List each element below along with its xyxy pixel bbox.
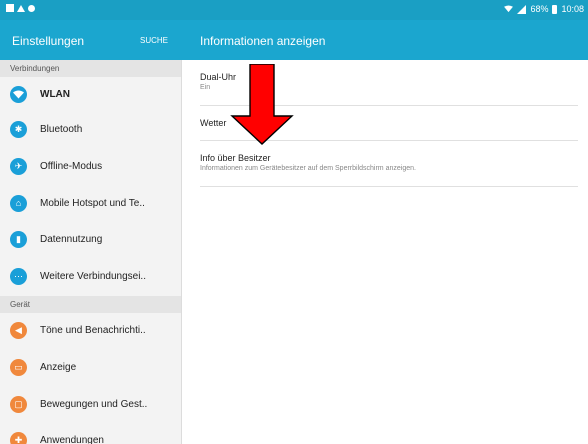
system-icons: 68% 10:08 [504, 4, 584, 14]
notification-icons [6, 4, 35, 12]
section-header-device: Gerät [0, 295, 181, 313]
list-item-subtitle: Informationen zum Gerätebesitzer auf dem… [200, 165, 416, 172]
airplane-icon: ✈ [10, 157, 27, 175]
sidebar-item-motions[interactable]: ▢ Bewegungen und Gest.. [0, 387, 181, 424]
sidebar-item-sounds[interactable]: ◀ Töne und Benachrichti.. [0, 313, 181, 350]
signal-icon [517, 4, 527, 14]
page-title: Informationen anzeigen [200, 34, 326, 48]
section-header-connections: Verbindungen [0, 60, 181, 77]
list-item-owner-info[interactable]: Info über Besitzer Informationen zum Ger… [200, 153, 578, 187]
sidebar-item-display[interactable]: ▭ Anzeige [0, 350, 181, 387]
sidebar-item-label: WLAN [40, 89, 70, 100]
sidebar-item-label: Offline-Modus [40, 160, 103, 172]
sidebar-item-label: Bewegungen und Gest.. [40, 398, 148, 410]
battery-percent: 68% [530, 4, 549, 14]
more-connections-icon: ⋯ [10, 268, 27, 286]
display-icon: ▭ [10, 358, 27, 376]
warning-icon [17, 4, 25, 12]
sidebar-item-wlan[interactable]: WLAN [0, 77, 181, 112]
sidebar-item-data-usage[interactable]: ▮ Datennutzung [0, 222, 181, 259]
sidebar-item-apps[interactable]: ✚ Anwendungen [0, 423, 181, 444]
list-item-title: Info über Besitzer [200, 153, 271, 163]
sidebar-title: Einstellungen [12, 34, 85, 48]
bluetooth-icon: ✱ [10, 121, 27, 138]
clock: 10:08 [561, 4, 584, 14]
sidebar-item-bluetooth[interactable]: ✱ Bluetooth [0, 112, 181, 149]
sidebar-item-offline-mode[interactable]: ✈ Offline-Modus [0, 149, 181, 186]
gallery-icon [6, 4, 14, 12]
battery-icon [552, 4, 558, 14]
sidebar-item-label: Anwendungen [40, 435, 104, 444]
motion-icon: ▢ [10, 395, 27, 413]
sync-icon [28, 4, 35, 12]
search-button[interactable]: SUCHE [140, 36, 168, 45]
content-header: Informationen anzeigen [182, 20, 588, 60]
sidebar-header: Einstellungen SUCHE [0, 20, 182, 60]
apps-icon: ✚ [10, 432, 27, 444]
status-bar: 68% 10:08 [0, 0, 588, 20]
sidebar-item-more-connections[interactable]: ⋯ Weitere Verbindungsei.. [0, 259, 181, 296]
sidebar-item-label: Datennutzung [40, 234, 103, 246]
sidebar-item-label: Mobile Hotspot und Te.. [40, 197, 145, 209]
sidebar: Verbindungen WLAN ✱ Bluetooth ✈ Offline-… [0, 60, 182, 444]
sound-icon: ◀ [10, 321, 27, 339]
sidebar-item-label: Anzeige [40, 361, 77, 373]
wifi-status-icon [504, 5, 514, 13]
hotspot-icon: ⌂ [10, 194, 27, 212]
red-arrow-annotation [230, 64, 294, 145]
sidebar-item-label: Bluetooth [40, 124, 83, 135]
sidebar-item-label: Weitere Verbindungsei.. [40, 271, 146, 283]
wifi-icon [10, 86, 27, 103]
sidebar-item-label: Töne und Benachrichti.. [40, 324, 146, 336]
data-usage-icon: ▮ [10, 231, 27, 249]
sidebar-item-hotspot[interactable]: ⌂ Mobile Hotspot und Te.. [0, 186, 181, 223]
